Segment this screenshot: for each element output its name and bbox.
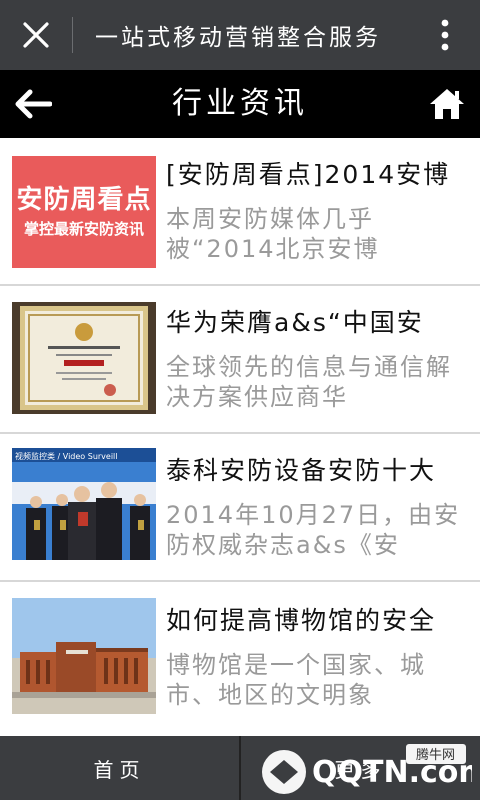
article-summary: 博物馆是一个国家、城市、地区的文明象 <box>166 651 426 708</box>
list-item[interactable]: 华为荣膺a&s“中国安 全球领先的信息与通信解决方案供应商华 <box>0 286 480 434</box>
museum-building-image <box>12 598 156 714</box>
article-summary: 2014年10月27日，由安防权威杂志a&s《安 <box>166 501 461 558</box>
home-icon <box>430 89 464 119</box>
article-thumbnail: 安防周看点 掌控最新安防资讯 <box>12 156 156 268</box>
page-header: 行业资讯 <box>0 70 480 138</box>
article-thumbnail <box>12 302 156 414</box>
app-top-bar: 一站式移动营销整合服务 <box>0 0 480 70</box>
close-button[interactable] <box>0 0 72 70</box>
article-thumbnail <box>12 598 156 714</box>
site-watermark: QQTN.com 腾牛网 <box>256 742 480 798</box>
article-title: 泰科安防设备安防十大 <box>166 456 437 485</box>
home-button[interactable] <box>424 82 470 126</box>
thumbnail-subheading: 掌控最新安防资讯 <box>23 220 144 238</box>
watermark-tag-text: 腾牛网 <box>416 747 455 763</box>
article-summary: 本周安防媒体几乎被“2014北京安博 <box>166 205 380 262</box>
article-summary: 全球领先的信息与通信解决方案供应商华 <box>166 353 452 410</box>
app-title: 一站式移动营销整合服务 <box>95 25 381 51</box>
article-list: 安防周看点 掌控最新安防资讯 [安防周看点]2014安博 本周安防媒体几乎被“2… <box>0 138 480 742</box>
more-vertical-icon <box>441 19 449 51</box>
article-title: 华为荣膺a&s“中国安 <box>166 308 424 337</box>
thumbnail-heading: 安防周看点 <box>16 185 152 215</box>
certificate-image <box>12 302 156 414</box>
list-item[interactable]: 如何提高博物馆的安全 博物馆是一个国家、城市、地区的文明象 <box>0 582 480 742</box>
close-icon <box>23 22 49 48</box>
page-title: 行业资讯 <box>172 86 308 121</box>
arrow-left-icon <box>15 89 52 119</box>
more-menu-button[interactable] <box>410 0 480 70</box>
list-item[interactable]: 视频监控类 / Video Surveill 泰科安防设备安防十大 2014年1… <box>0 434 480 582</box>
award-ceremony-image: 视频监控类 / Video Surveill <box>12 448 156 560</box>
article-title: 如何提高博物馆的安全 <box>166 606 437 635</box>
thumbnail-banner-text: 视频监控类 / Video Surveill <box>15 451 118 461</box>
article-thumbnail: 视频监控类 / Video Surveill <box>12 448 156 560</box>
list-item[interactable]: 安防周看点 掌控最新安防资讯 [安防周看点]2014安博 本周安防媒体几乎被“2… <box>0 138 480 286</box>
tab-home[interactable]: 首页 <box>0 736 239 800</box>
back-button[interactable] <box>10 82 56 126</box>
article-title: [安防周看点]2014安博 <box>166 160 451 189</box>
